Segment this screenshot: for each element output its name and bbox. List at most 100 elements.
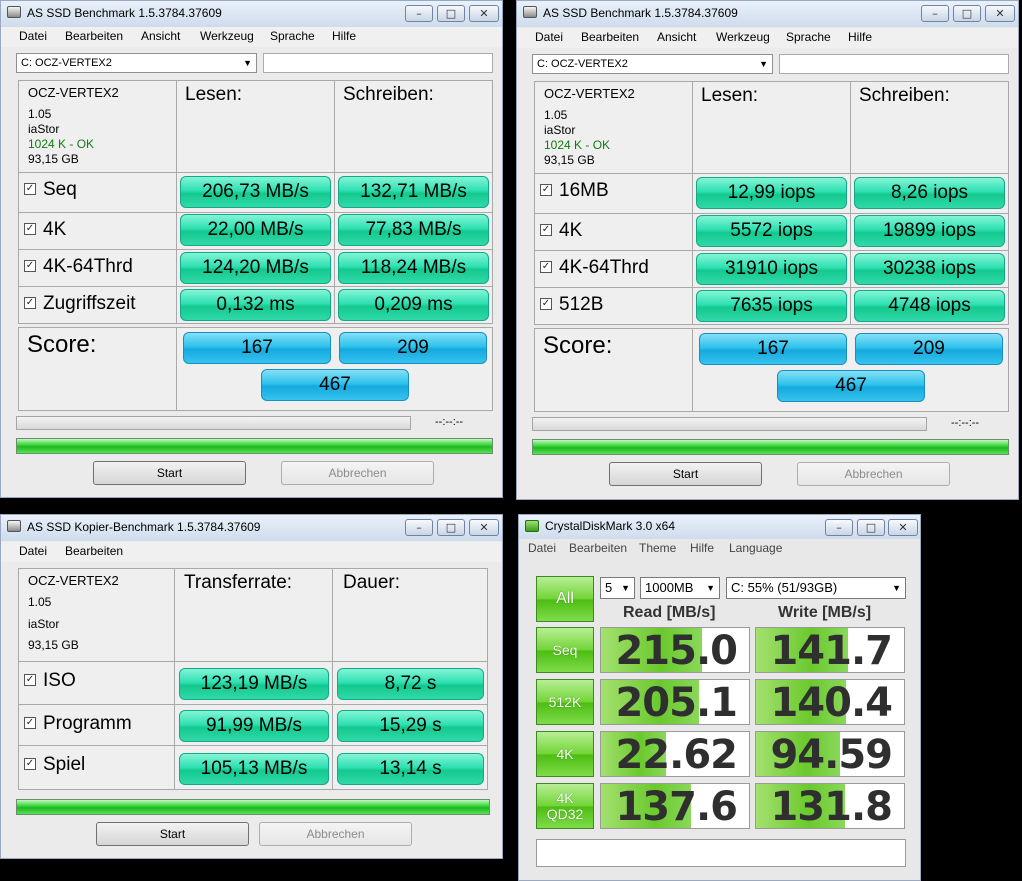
result-value: 137.6 (615, 784, 738, 829)
result-value: 140.4 (770, 680, 893, 725)
menu-bearbeiten[interactable]: Bearbeiten (581, 30, 639, 44)
drive-info-textbox[interactable] (779, 54, 1009, 74)
row-duration-result: 8,72 s (337, 668, 484, 700)
result-value: 94.59 (770, 732, 893, 777)
512k-write-result: 140.4 (755, 679, 905, 725)
row-checkbox[interactable]: ✓ (540, 224, 552, 236)
title-bar[interactable]: AS SSD Benchmark 1.5.3784.37609 – □ ✕ (517, 1, 1018, 27)
row-checkbox[interactable]: ✓ (24, 260, 36, 272)
start-button[interactable]: Start (609, 462, 762, 486)
row-checkbox[interactable]: ✓ (24, 297, 36, 309)
menu-datei[interactable]: Datei (535, 30, 563, 44)
title-bar[interactable]: AS SSD Benchmark 1.5.3784.37609 – □ ✕ (1, 1, 502, 27)
4k-qd32-test-button[interactable]: 4K QD32 (536, 783, 594, 829)
maximize-button[interactable]: □ (857, 519, 885, 536)
drive-model: OCZ-VERTEX2 (28, 85, 119, 100)
menu-datei[interactable]: Datei (19, 29, 47, 43)
menu-bearbeiten[interactable]: Bearbeiten (65, 29, 123, 43)
512k-test-button[interactable]: 512K (536, 679, 594, 725)
comment-field[interactable] (536, 839, 906, 867)
close-button[interactable]: ✕ (469, 519, 499, 536)
test-size-select[interactable]: 1000MB ▼ (640, 577, 720, 599)
menu-werkzeug[interactable]: Werkzeug (200, 29, 254, 43)
row-label: Seq (43, 179, 77, 200)
cancel-button[interactable]: Abbrechen (259, 822, 412, 846)
row-checkbox[interactable]: ✓ (24, 758, 36, 770)
minimize-button[interactable]: – (825, 519, 853, 536)
menu-theme[interactable]: Theme (639, 541, 676, 555)
menu-bearbeiten[interactable]: Bearbeiten (569, 541, 627, 555)
menu-datei[interactable]: Datei (19, 544, 47, 558)
close-button[interactable]: ✕ (888, 519, 918, 536)
cancel-button[interactable]: Abbrechen (797, 462, 950, 486)
drive-info-textbox[interactable] (263, 53, 493, 73)
drive-alignment: 1024 K - OK (28, 137, 95, 151)
score-label: Score: (543, 332, 613, 359)
title-bar[interactable]: AS SSD Kopier-Benchmark 1.5.3784.37609 –… (1, 515, 502, 541)
chevron-down-icon: ▼ (759, 59, 768, 69)
drive-select[interactable]: C: OCZ-VERTEX2 ▼ (16, 53, 257, 73)
total-progress-bar (532, 439, 1009, 455)
test-count-select[interactable]: 5 ▼ (600, 577, 635, 599)
drive-model: OCZ-VERTEX2 (28, 573, 119, 588)
maximize-button[interactable]: □ (437, 5, 465, 22)
row-checkbox[interactable]: ✓ (540, 298, 552, 310)
menu-datei[interactable]: Datei (528, 541, 556, 555)
result-value: 131.8 (770, 784, 893, 829)
menu-ansicht[interactable]: Ansicht (657, 30, 696, 44)
row-label-cell (18, 661, 175, 705)
row-read-result: 5572 iops (696, 215, 847, 247)
start-button[interactable]: Start (93, 461, 246, 485)
total-progress-bar (16, 799, 490, 815)
4k-qd32-write-result: 131.8 (755, 783, 905, 829)
row-checkbox[interactable]: ✓ (540, 261, 552, 273)
4k-test-button[interactable]: 4K (536, 731, 594, 777)
close-button[interactable]: ✕ (469, 5, 499, 22)
minimize-button[interactable]: – (921, 5, 949, 22)
menu-language[interactable]: Language (729, 541, 782, 555)
row-checkbox[interactable]: ✓ (24, 674, 36, 686)
seq-test-button[interactable]: Seq (536, 627, 594, 673)
drive-select[interactable]: C: 55% (51/93GB) ▼ (726, 577, 906, 599)
drive-driver: iaStor (28, 122, 60, 136)
drive-select-value: C: OCZ-VERTEX2 (21, 57, 112, 69)
row-read-result: 12,99 iops (696, 177, 847, 209)
start-button[interactable]: Start (96, 822, 249, 846)
row-checkbox[interactable]: ✓ (24, 223, 36, 235)
all-button[interactable]: All (536, 576, 594, 622)
menu-sprache[interactable]: Sprache (270, 29, 315, 43)
title-bar[interactable]: CrystalDiskMark 3.0 x64 – □ ✕ (519, 515, 920, 539)
menu-sprache[interactable]: Sprache (786, 30, 831, 44)
score-write: 209 (855, 333, 1003, 365)
test-progress-bar (532, 417, 927, 431)
close-button[interactable]: ✕ (985, 5, 1015, 22)
score-label: Score: (27, 331, 97, 358)
drive-driver: iaStor (544, 123, 576, 137)
result-value: 141.7 (770, 628, 893, 673)
row-label-cell (534, 287, 693, 325)
menu-hilfe[interactable]: Hilfe (332, 29, 356, 43)
row-label: 4K-64Thrd (43, 256, 133, 277)
as-ssd-window-mbs: AS SSD Benchmark 1.5.3784.37609 – □ ✕ Da… (0, 0, 503, 498)
row-checkbox[interactable]: ✓ (540, 184, 552, 196)
cancel-button[interactable]: Abbrechen (281, 461, 434, 485)
menu-hilfe[interactable]: Hilfe (690, 541, 714, 555)
minimize-button[interactable]: – (405, 519, 433, 536)
row-label: 4K-64Thrd (559, 257, 649, 278)
menu-werkzeug[interactable]: Werkzeug (716, 30, 770, 44)
row-label-cell (534, 213, 693, 251)
menu-ansicht[interactable]: Ansicht (141, 29, 180, 43)
menu-hilfe[interactable]: Hilfe (848, 30, 872, 44)
maximize-button[interactable]: □ (953, 5, 981, 22)
window-title: AS SSD Benchmark 1.5.3784.37609 (27, 6, 222, 20)
menu-bearbeiten[interactable]: Bearbeiten (65, 544, 123, 558)
maximize-button[interactable]: □ (437, 519, 465, 536)
drive-select[interactable]: C: OCZ-VERTEX2 ▼ (532, 54, 773, 74)
chevron-down-icon: ▼ (243, 58, 252, 68)
drive-size: 93,15 GB (28, 638, 79, 652)
row-label: Zugriffszeit (43, 293, 136, 314)
4k-read-result: 22.62 (600, 731, 750, 777)
row-checkbox[interactable]: ✓ (24, 717, 36, 729)
minimize-button[interactable]: – (405, 5, 433, 22)
row-checkbox[interactable]: ✓ (24, 183, 36, 195)
